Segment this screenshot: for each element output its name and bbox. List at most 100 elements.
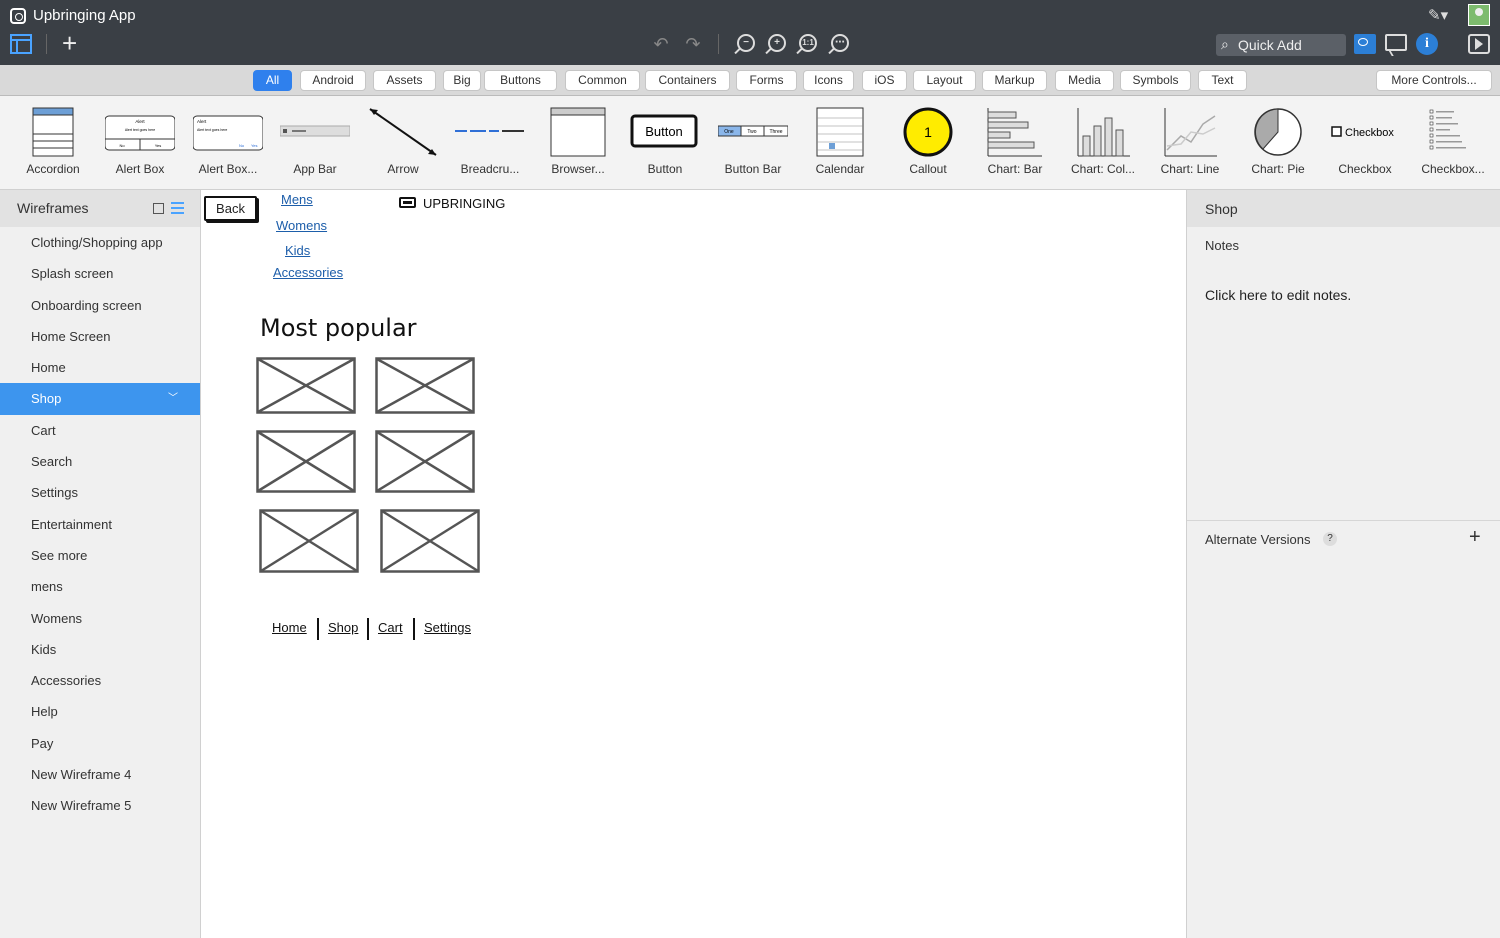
- wireframe-item[interactable]: Home: [0, 352, 200, 383]
- wireframe-item[interactable]: Cart: [0, 415, 200, 446]
- more-controls-button[interactable]: More Controls...: [1376, 70, 1492, 91]
- filter-bar: All Android Assets Big Buttons Common Containe…: [0, 65, 1500, 96]
- library-item-callout[interactable]: 1 Callout: [885, 96, 971, 190]
- library-item-alert-box-2[interactable]: Alert Alert text goes here No Yes Alert …: [185, 96, 271, 190]
- filter-tab-common[interactable]: Common: [565, 70, 640, 91]
- filter-tab-media[interactable]: Media: [1055, 70, 1114, 91]
- library-item-chart-line[interactable]: Chart: Line: [1147, 96, 1233, 190]
- svg-text:One: One: [724, 129, 734, 135]
- filter-tab-assets[interactable]: Assets: [373, 70, 436, 91]
- wireframe-item[interactable]: Splash screen: [0, 258, 200, 289]
- wireframe-item[interactable]: mens: [0, 571, 200, 602]
- wireframe-item[interactable]: Entertainment: [0, 509, 200, 540]
- library-item-button[interactable]: Button Button: [622, 96, 708, 190]
- library-item-breadcrumbs[interactable]: Breadcru...: [447, 96, 533, 190]
- wireframe-item[interactable]: Home Screen: [0, 321, 200, 352]
- comment-icon[interactable]: [1385, 34, 1407, 51]
- presentation-mode-icon[interactable]: [1468, 34, 1490, 54]
- wireframe-item[interactable]: Accessories: [0, 665, 200, 696]
- media-browser-icon[interactable]: [1354, 34, 1376, 54]
- info-icon[interactable]: i: [1416, 33, 1438, 55]
- wireframe-item-label: Entertainment: [31, 516, 112, 532]
- wireframe-item-label: Womens: [31, 610, 83, 626]
- library-item-chart-column[interactable]: Chart: Col...: [1060, 96, 1146, 190]
- wireframe-item-label: Cart: [31, 422, 56, 438]
- filter-tab-markup[interactable]: Markup: [982, 70, 1047, 91]
- arrow-icon: [369, 108, 437, 156]
- redo-icon[interactable]: ↷: [682, 33, 704, 55]
- wireframe-item[interactable]: New Wireframe 5: [0, 790, 200, 821]
- quick-add-box[interactable]: ⌕: [1216, 34, 1346, 56]
- avatar[interactable]: [1468, 4, 1490, 26]
- library-item-checkbox-group[interactable]: Checkbox...: [1410, 96, 1496, 190]
- image-placeholder[interactable]: [256, 357, 356, 414]
- library-item-checkbox[interactable]: Checkbox Checkbox: [1322, 96, 1408, 190]
- accordion-icon: [32, 107, 74, 157]
- filter-tab-text[interactable]: Text: [1198, 70, 1247, 91]
- zoom-in-icon[interactable]: +: [768, 34, 786, 52]
- nav-link-womens[interactable]: Womens: [276, 218, 327, 233]
- library-item-accordion[interactable]: Accordion: [10, 96, 96, 190]
- pencil-icon[interactable]: ✎▾: [1428, 6, 1448, 24]
- wireframe-item[interactable]: Shop ﹀: [0, 383, 200, 415]
- bottom-nav-home[interactable]: Home: [272, 620, 307, 635]
- bottom-nav-settings[interactable]: Settings: [424, 620, 471, 635]
- undo-icon[interactable]: ↶: [650, 33, 672, 55]
- alert-box-icon: Alert Alert text goes here No Yes: [105, 115, 175, 151]
- wireframe-item[interactable]: See more: [0, 540, 200, 571]
- wireframe-item[interactable]: Clothing/Shopping app: [0, 227, 200, 258]
- zoom-out-icon[interactable]: −: [737, 34, 755, 52]
- wireframe-item[interactable]: Onboarding screen: [0, 290, 200, 321]
- wireframe-item[interactable]: Settings: [0, 477, 200, 508]
- library-item-arrow[interactable]: Arrow: [360, 96, 446, 190]
- grid-view-icon[interactable]: [153, 203, 164, 214]
- bottom-nav-cart[interactable]: Cart: [378, 620, 403, 635]
- nav-link-accessories[interactable]: Accessories: [273, 265, 343, 280]
- filter-tab-big[interactable]: Big: [443, 70, 481, 91]
- image-placeholder[interactable]: [375, 357, 475, 414]
- image-placeholder[interactable]: [256, 430, 356, 493]
- wireframe-item[interactable]: Pay: [0, 728, 200, 759]
- library-item-alert-box[interactable]: Alert Alert text goes here No Yes Alert …: [97, 96, 183, 190]
- filter-tab-forms[interactable]: Forms: [736, 70, 797, 91]
- wireframe-item[interactable]: Womens: [0, 603, 200, 634]
- filter-tab-layout[interactable]: Layout: [913, 70, 976, 91]
- wireframe-item[interactable]: Help: [0, 696, 200, 727]
- quick-add-input[interactable]: [1238, 34, 1342, 56]
- bottom-nav-shop[interactable]: Shop: [328, 620, 358, 635]
- wireframe-canvas[interactable]: Back Mens Womens Kids Accessories UPBRIN…: [201, 190, 1186, 938]
- image-placeholder[interactable]: [375, 430, 475, 493]
- library-item-button-bar[interactable]: One Two Three Button Bar: [710, 96, 796, 190]
- library-item-app-bar[interactable]: App Bar: [272, 96, 358, 190]
- help-icon[interactable]: ?: [1323, 532, 1337, 546]
- list-view-icon[interactable]: [171, 202, 184, 214]
- zoom-actual-size-icon[interactable]: 1:1: [799, 34, 817, 52]
- image-placeholder[interactable]: [380, 509, 480, 573]
- library-item-browser[interactable]: Browser...: [535, 96, 621, 190]
- nav-link-mens[interactable]: Mens: [281, 192, 313, 207]
- filter-tab-all[interactable]: All: [253, 70, 292, 91]
- add-version-icon[interactable]: +: [1469, 526, 1481, 549]
- library-item-chart-pie[interactable]: Chart: Pie: [1235, 96, 1321, 190]
- chevron-down-icon[interactable]: ﹀: [168, 383, 178, 414]
- wireframe-item[interactable]: Search: [0, 446, 200, 477]
- add-icon[interactable]: +: [62, 28, 77, 58]
- filter-tab-buttons[interactable]: Buttons: [484, 70, 557, 91]
- wireframe-item[interactable]: Kids: [0, 634, 200, 665]
- notes-editor[interactable]: Click here to edit notes.: [1205, 287, 1351, 303]
- svg-text:Button: Button: [645, 124, 683, 139]
- library-item-chart-bar[interactable]: Chart: Bar: [972, 96, 1058, 190]
- nav-link-kids[interactable]: Kids: [285, 243, 310, 258]
- chart-column-icon: [1077, 108, 1130, 157]
- back-button[interactable]: Back: [204, 196, 257, 221]
- filter-tab-containers[interactable]: Containers: [645, 70, 730, 91]
- zoom-to-fit-icon[interactable]: ⋯: [831, 34, 849, 52]
- filter-tab-android[interactable]: Android: [300, 70, 366, 91]
- wireframe-item[interactable]: New Wireframe 4: [0, 759, 200, 790]
- image-placeholder[interactable]: [259, 509, 359, 573]
- library-item-calendar[interactable]: Calendar: [797, 96, 883, 190]
- filter-tab-icons[interactable]: Icons: [803, 70, 854, 91]
- filter-tab-symbols[interactable]: Symbols: [1120, 70, 1191, 91]
- filter-tab-ios[interactable]: iOS: [862, 70, 907, 91]
- wireframes-panel-icon[interactable]: [10, 34, 32, 54]
